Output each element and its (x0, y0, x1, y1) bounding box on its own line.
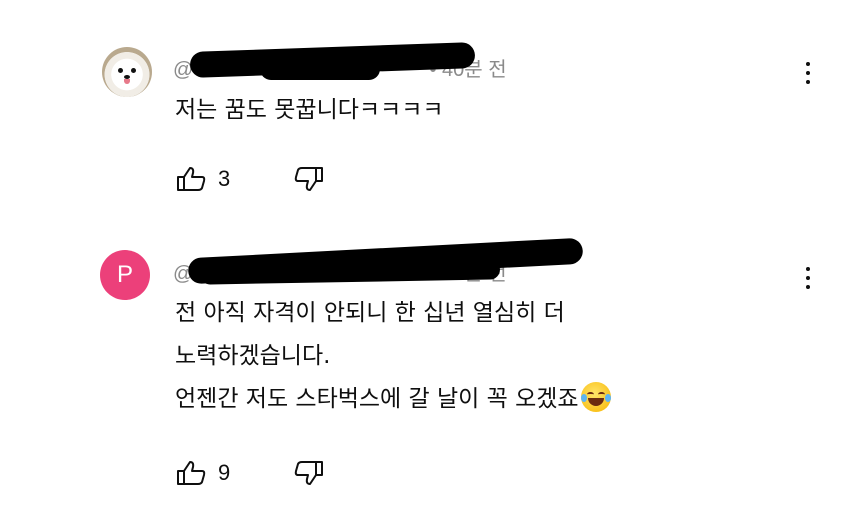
dislike-button[interactable] (294, 166, 324, 192)
comment-line: 전 아직 자격이 안되니 한 십년 열심히 더 (175, 300, 565, 326)
comment-text: 전 아직 자격이 안되니 한 십년 열심히 더 노력하겠습니다. 언젠간 저도 … (175, 296, 611, 425)
redaction-mark (260, 58, 380, 80)
like-count: 9 (218, 460, 231, 485)
like-button[interactable] (176, 166, 206, 192)
like-count: 3 (218, 166, 231, 191)
more-vert-icon[interactable] (803, 267, 813, 297)
thumb-down-icon (294, 167, 323, 191)
dislike-button[interactable] (294, 460, 324, 486)
comment-text: 저는 꿈도 못꿉니다ㅋㅋㅋㅋ (175, 93, 444, 136)
dog-avatar-icon[interactable] (102, 47, 152, 97)
more-vert-icon[interactable] (803, 62, 813, 92)
thumb-up-icon (177, 167, 206, 191)
avatar[interactable]: P (100, 250, 150, 300)
thumb-down-icon (294, 461, 323, 485)
comment-line: 저는 꿈도 못꿉니다ㅋㅋㅋㅋ (175, 97, 444, 123)
laughing-tears-emoji-icon (580, 382, 611, 412)
comment-line: 언젠간 저도 스타벅스에 갈 날이 꼭 오겠죠 (175, 382, 611, 425)
thumb-up-icon (177, 461, 206, 485)
comment-line: 노력하겠습니다. (175, 343, 331, 369)
like-button[interactable] (176, 460, 206, 486)
